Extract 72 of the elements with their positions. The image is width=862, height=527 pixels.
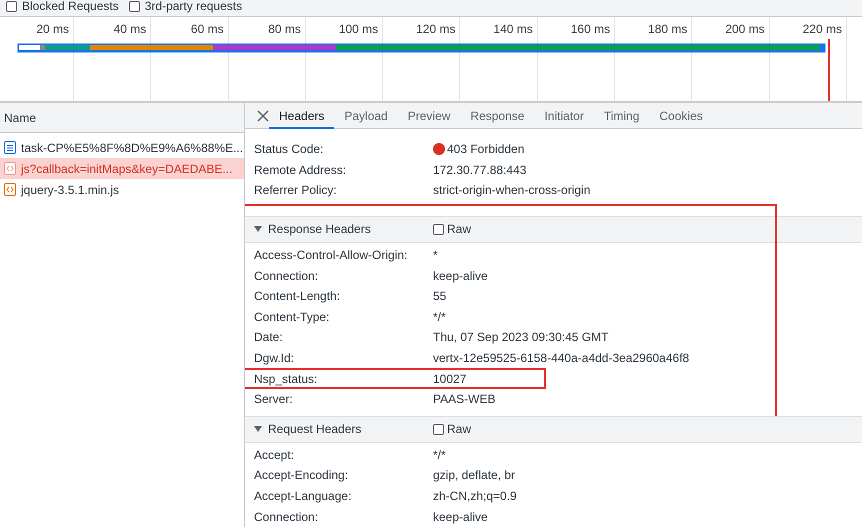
time-tick-label: 40 ms (114, 22, 146, 36)
header-value: 172.30.77.88:443 (433, 162, 526, 177)
section-title: Request Headers (268, 422, 362, 436)
document-icon (4, 141, 16, 154)
header-value: gzip, deflate, br (433, 468, 516, 482)
header-name: Nsp_status: (254, 372, 318, 386)
load-marker-line (828, 39, 830, 101)
header-value: vertx-12e59525-6158-440a-a4dd-3ea2960a46f8 (433, 351, 690, 366)
time-tick-label: 20 ms (36, 22, 69, 36)
header-name: Connection: (254, 268, 320, 283)
time-tick-label: 100 ms (338, 22, 378, 36)
time-tick-label: 80 ms (268, 22, 301, 36)
header-value: Thu, 07 Sep 2023 09:30:45 GMT (433, 330, 608, 344)
header-name: Connection: (254, 510, 320, 524)
header-name: Status Code: (254, 142, 324, 156)
tab[interactable]: Cookies (649, 102, 713, 128)
tab[interactable]: Payload (334, 102, 398, 128)
tab[interactable]: Headers (269, 102, 334, 128)
time-tick-label: 140 ms (493, 22, 533, 36)
header-name: Accept-Language: (254, 489, 352, 504)
tab[interactable]: Response (460, 102, 534, 128)
header-value: strict-origin-when-cross-origin (433, 183, 590, 198)
header-value: keep-alive (433, 268, 488, 283)
checkbox[interactable] (128, 0, 140, 12)
header-value: * (433, 248, 438, 262)
header-value: keep-alive (433, 510, 488, 524)
header-name: Content-Type: (254, 310, 330, 324)
header-value: 403 Forbidden (447, 142, 524, 156)
column-header: Name (4, 110, 36, 124)
request-row[interactable]: task-CP%E5%8F%8D%E9%A6%88%E... (0, 137, 244, 158)
header-name: Date: (254, 330, 284, 344)
header-name: Server: (254, 392, 294, 406)
request-row[interactable]: js?callback=initMaps&key=DAEDABE... (0, 158, 244, 179)
request-name: jquery-3.5.1.min.js (21, 182, 120, 196)
checkbox[interactable] (433, 224, 444, 235)
section-title: Response Headers (268, 222, 372, 236)
header-value: 55 (433, 289, 446, 304)
header-value: PAAS-WEB (433, 392, 496, 406)
checkbox[interactable] (433, 424, 444, 435)
header-value: */* (433, 448, 446, 462)
tab[interactable]: Initiator (534, 102, 594, 128)
checkbox[interactable] (6, 0, 17, 12)
header-value: */* (433, 310, 446, 324)
raw-label: Raw (447, 422, 472, 436)
time-tick-label: 220 ms (802, 22, 842, 36)
time-tick-label: 60 ms (190, 22, 224, 36)
raw-label: Raw (447, 222, 472, 236)
request-name: task-CP%E5%8F%8D%E9%A6%88%E... (21, 140, 244, 154)
time-tick-label: 120 ms (416, 22, 456, 36)
expand-triangle-icon[interactable] (254, 426, 262, 432)
filter-label: Blocked Requests (22, 0, 119, 13)
header-name: Remote Address: (254, 162, 348, 177)
time-tick-label: 200 ms (725, 22, 765, 36)
header-name: Content-Length: (254, 289, 342, 304)
request-row[interactable]: jquery-3.5.1.min.js (0, 179, 244, 200)
tab[interactable]: Preview (398, 102, 460, 128)
close-icon (257, 110, 269, 122)
tab[interactable]: Timing (594, 102, 650, 128)
header-name: Accept-Encoding: (254, 468, 350, 482)
header-value: 10027 (433, 372, 466, 386)
request-name: js?callback=initMaps&key=DAEDABE... (21, 162, 232, 176)
header-name: Access-Control-Allow-Origin: (254, 248, 408, 262)
expand-triangle-icon[interactable] (254, 226, 262, 232)
header-name: Referrer Policy: (254, 183, 338, 198)
header-name: Accept: (254, 448, 296, 462)
time-tick-label: 160 ms (570, 22, 610, 36)
header-value: zh-CN,zh;q=0.9 (433, 489, 517, 504)
script-icon (4, 162, 16, 175)
script-icon (4, 183, 16, 196)
time-tick-label: 180 ms (648, 22, 688, 36)
filter-label: 3rd-party requests (144, 0, 242, 13)
header-name: Dgw.Id: (254, 351, 296, 366)
